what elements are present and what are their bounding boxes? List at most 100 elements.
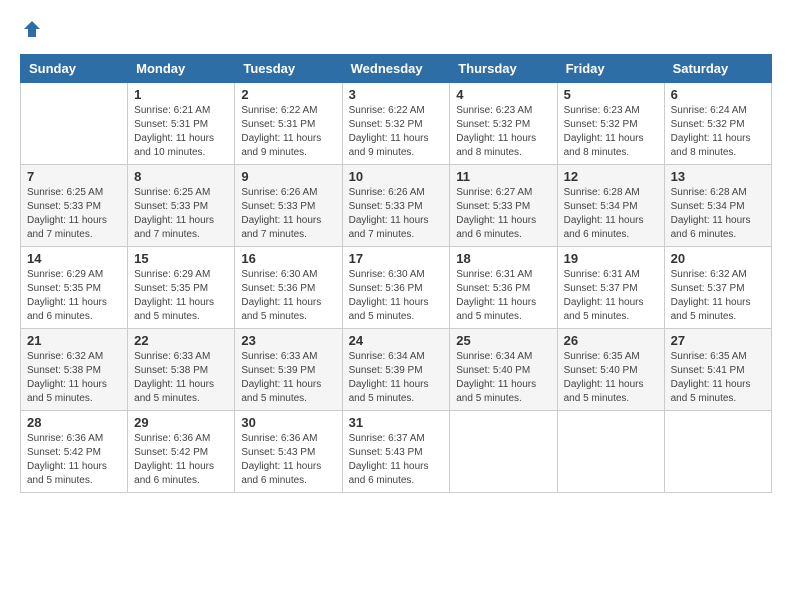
calendar-cell (450, 411, 557, 493)
weekday-header-friday: Friday (557, 55, 664, 83)
weekday-header-tuesday: Tuesday (235, 55, 342, 83)
calendar-cell (557, 411, 664, 493)
calendar-cell: 30Sunrise: 6:36 AM Sunset: 5:43 PM Dayli… (235, 411, 342, 493)
calendar-cell: 20Sunrise: 6:32 AM Sunset: 5:37 PM Dayli… (664, 247, 771, 329)
calendar-cell: 4 Sunrise: 6:23 AM Sunset: 5:32 PM Daylig… (450, 83, 557, 165)
day-number: 31 (349, 415, 444, 430)
weekday-header-wednesday: Wednesday (342, 55, 450, 83)
day-number: 29 (134, 415, 228, 430)
calendar-cell: 16 Sunrise: 6:30 AM Sunset: 5:36 PM Dayli… (235, 247, 342, 329)
calendar-cell: 19 Sunrise: 6:31 AM Sunset: 5:37 PM Dayli… (557, 247, 664, 329)
day-number: 26 (564, 333, 658, 348)
day-number: 9 (241, 169, 335, 184)
day-number: 28 (27, 415, 121, 430)
weekday-header-row: SundayMondayTuesdayWednesdayThursdayFrid… (21, 55, 772, 83)
day-number: 11 (456, 169, 550, 184)
day-info: Sunrise: 6:23 AM Sunset: 5:32 PM Dayligh… (564, 104, 658, 160)
day-info: Sunrise: 6:30 AM Sunset: 5:36 PM Dayligh… (349, 268, 444, 324)
calendar-week-row: 21Sunrise: 6:32 AM Sunset: 5:38 PM Dayli… (21, 329, 772, 411)
day-info: Sunrise: 6:37 AM Sunset: 5:43 PM Dayligh… (349, 432, 444, 488)
calendar-cell (21, 83, 128, 165)
calendar-cell: 7 Sunrise: 6:25 AM Sunset: 5:33 PM Daylig… (21, 165, 128, 247)
calendar-cell (664, 411, 771, 493)
day-number: 1 (134, 87, 228, 102)
day-number: 2 (241, 87, 335, 102)
calendar-cell: 5 Sunrise: 6:23 AM Sunset: 5:32 PM Daylig… (557, 83, 664, 165)
day-info: Sunrise: 6:24 AM Sunset: 5:32 PM Dayligh… (671, 104, 765, 160)
day-info: Sunrise: 6:26 AM Sunset: 5:33 PM Dayligh… (241, 186, 335, 242)
weekday-header-monday: Monday (128, 55, 235, 83)
day-number: 14 (27, 251, 121, 266)
calendar-cell: 28 Sunrise: 6:36 AM Sunset: 5:42 PM Dayli… (21, 411, 128, 493)
calendar-cell: 12 Sunrise: 6:28 AM Sunset: 5:34 PM Dayli… (557, 165, 664, 247)
day-info: Sunrise: 6:35 AM Sunset: 5:40 PM Dayligh… (564, 350, 658, 406)
weekday-header-sunday: Sunday (21, 55, 128, 83)
calendar-cell: 3 Sunrise: 6:22 AM Sunset: 5:32 PM Daylig… (342, 83, 450, 165)
logo-icon (22, 19, 42, 39)
calendar-cell: 27 Sunrise: 6:35 AM Sunset: 5:41 PM Dayli… (664, 329, 771, 411)
day-number: 16 (241, 251, 335, 266)
calendar-cell: 8 Sunrise: 6:25 AM Sunset: 5:33 PM Daylig… (128, 165, 235, 247)
calendar-cell: 26 Sunrise: 6:35 AM Sunset: 5:40 PM Dayli… (557, 329, 664, 411)
day-info: Sunrise: 6:33 AM Sunset: 5:39 PM Dayligh… (241, 350, 335, 406)
day-number: 13 (671, 169, 765, 184)
calendar-cell: 15Sunrise: 6:29 AM Sunset: 5:35 PM Dayli… (128, 247, 235, 329)
day-number: 25 (456, 333, 550, 348)
day-number: 10 (349, 169, 444, 184)
day-info: Sunrise: 6:25 AM Sunset: 5:33 PM Dayligh… (134, 186, 228, 242)
day-info: Sunrise: 6:34 AM Sunset: 5:40 PM Dayligh… (456, 350, 550, 406)
calendar-week-row: 14 Sunrise: 6:29 AM Sunset: 5:35 PM Dayli… (21, 247, 772, 329)
day-info: Sunrise: 6:27 AM Sunset: 5:33 PM Dayligh… (456, 186, 550, 242)
weekday-header-thursday: Thursday (450, 55, 557, 83)
day-info: Sunrise: 6:28 AM Sunset: 5:34 PM Dayligh… (564, 186, 658, 242)
day-info: Sunrise: 6:21 AM Sunset: 5:31 PM Dayligh… (134, 104, 228, 160)
weekday-header-saturday: Saturday (664, 55, 771, 83)
day-number: 7 (27, 169, 121, 184)
day-number: 5 (564, 87, 658, 102)
calendar-cell: 18 Sunrise: 6:31 AM Sunset: 5:36 PM Dayli… (450, 247, 557, 329)
day-info: Sunrise: 6:36 AM Sunset: 5:42 PM Dayligh… (134, 432, 228, 488)
calendar-cell: 9 Sunrise: 6:26 AM Sunset: 5:33 PM Daylig… (235, 165, 342, 247)
day-info: Sunrise: 6:36 AM Sunset: 5:43 PM Dayligh… (241, 432, 335, 488)
day-info: Sunrise: 6:33 AM Sunset: 5:38 PM Dayligh… (134, 350, 228, 406)
calendar-week-row: 7 Sunrise: 6:25 AM Sunset: 5:33 PM Daylig… (21, 165, 772, 247)
day-number: 4 (456, 87, 550, 102)
calendar-cell: 14 Sunrise: 6:29 AM Sunset: 5:35 PM Dayli… (21, 247, 128, 329)
day-number: 27 (671, 333, 765, 348)
day-number: 3 (349, 87, 444, 102)
calendar-cell: 11 Sunrise: 6:27 AM Sunset: 5:33 PM Dayli… (450, 165, 557, 247)
day-info: Sunrise: 6:31 AM Sunset: 5:36 PM Dayligh… (456, 268, 550, 324)
day-info: Sunrise: 6:30 AM Sunset: 5:36 PM Dayligh… (241, 268, 335, 324)
day-info: Sunrise: 6:22 AM Sunset: 5:31 PM Dayligh… (241, 104, 335, 160)
day-info: Sunrise: 6:23 AM Sunset: 5:32 PM Dayligh… (456, 104, 550, 160)
day-number: 18 (456, 251, 550, 266)
day-number: 23 (241, 333, 335, 348)
calendar-cell: 2 Sunrise: 6:22 AM Sunset: 5:31 PM Daylig… (235, 83, 342, 165)
day-info: Sunrise: 6:32 AM Sunset: 5:37 PM Dayligh… (671, 268, 765, 324)
day-number: 17 (349, 251, 444, 266)
calendar-cell: 21Sunrise: 6:32 AM Sunset: 5:38 PM Dayli… (21, 329, 128, 411)
calendar-cell: 17 Sunrise: 6:30 AM Sunset: 5:36 PM Dayli… (342, 247, 450, 329)
calendar-table: SundayMondayTuesdayWednesdayThursdayFrid… (20, 54, 772, 493)
day-info: Sunrise: 6:34 AM Sunset: 5:39 PM Dayligh… (349, 350, 444, 406)
page-header (20, 20, 772, 44)
calendar-cell: 10Sunrise: 6:26 AM Sunset: 5:33 PM Dayli… (342, 165, 450, 247)
day-info: Sunrise: 6:36 AM Sunset: 5:42 PM Dayligh… (27, 432, 121, 488)
day-number: 24 (349, 333, 444, 348)
day-info: Sunrise: 6:22 AM Sunset: 5:32 PM Dayligh… (349, 104, 444, 160)
day-info: Sunrise: 6:31 AM Sunset: 5:37 PM Dayligh… (564, 268, 658, 324)
day-number: 12 (564, 169, 658, 184)
day-info: Sunrise: 6:25 AM Sunset: 5:33 PM Dayligh… (27, 186, 121, 242)
calendar-cell: 23 Sunrise: 6:33 AM Sunset: 5:39 PM Dayli… (235, 329, 342, 411)
day-info: Sunrise: 6:32 AM Sunset: 5:38 PM Dayligh… (27, 350, 121, 406)
calendar-week-row: 28 Sunrise: 6:36 AM Sunset: 5:42 PM Dayli… (21, 411, 772, 493)
day-number: 8 (134, 169, 228, 184)
calendar-cell: 22Sunrise: 6:33 AM Sunset: 5:38 PM Dayli… (128, 329, 235, 411)
calendar-cell: 29 Sunrise: 6:36 AM Sunset: 5:42 PM Dayli… (128, 411, 235, 493)
calendar-cell: 25 Sunrise: 6:34 AM Sunset: 5:40 PM Dayli… (450, 329, 557, 411)
day-info: Sunrise: 6:35 AM Sunset: 5:41 PM Dayligh… (671, 350, 765, 406)
day-number: 6 (671, 87, 765, 102)
day-number: 19 (564, 251, 658, 266)
day-info: Sunrise: 6:29 AM Sunset: 5:35 PM Dayligh… (27, 268, 121, 324)
day-info: Sunrise: 6:28 AM Sunset: 5:34 PM Dayligh… (671, 186, 765, 242)
